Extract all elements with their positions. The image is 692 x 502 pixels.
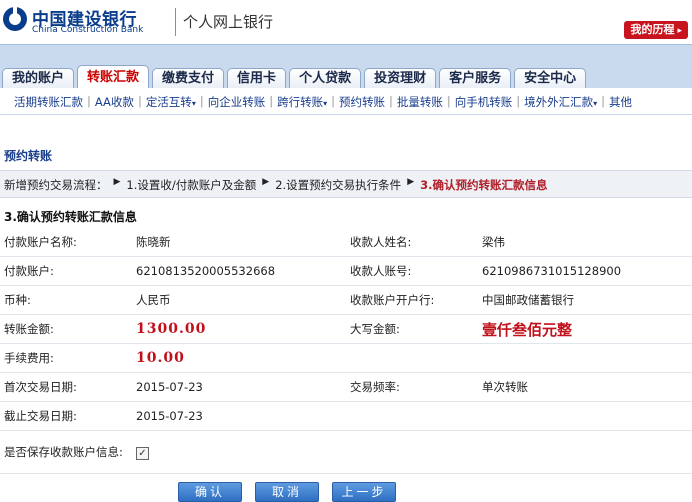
bank-name-en: China Construction Bank <box>32 25 144 35</box>
frequency-value: 单次转账 <box>478 372 692 402</box>
table-row: 币种: 人民币 收款账户开户行: 中国邮政储蓄银行 <box>0 285 692 315</box>
table-row: 是否保存收款账户信息: ✓ <box>0 430 692 474</box>
subnav-label: 定活互转 <box>145 95 192 109</box>
currency-value: 人民币 <box>132 285 346 315</box>
subnav-other[interactable]: 其他 <box>609 94 632 110</box>
steps-prefix: 新增预约交易流程： <box>4 178 108 192</box>
main-nav-tabs: 我的账户 转账汇款 缴费支付 信用卡 个人贷款 投资理财 客户服务 安全中心 <box>2 65 589 89</box>
table-row: 转账金额: 1300.00 大写金额: 壹仟叁佰元整 <box>0 314 692 344</box>
page-header: 中国建设银行 China Construction Bank 个人网上银行 我的… <box>0 0 692 44</box>
tab-investment[interactable]: 投资理财 <box>364 68 437 89</box>
payer-name-label: 付款账户名称: <box>0 228 132 257</box>
confirmation-table: 付款账户名称: 陈晓新 收款人姓名: 梁伟 付款账户: 621081352000… <box>0 228 692 474</box>
arrow-right-icon: ▸ <box>677 26 682 36</box>
end-date-label: 截止交易日期: <box>0 401 132 431</box>
step-indicator: 新增预约交易流程： ▶ 1.设置收/付款账户及金额 ▶ 2.设置预约交易执行条件… <box>0 170 692 198</box>
payer-account-label: 付款账户: <box>0 256 132 286</box>
subnav-label: 境外外汇汇款 <box>524 95 594 109</box>
end-date-value: 2015-07-23 <box>132 401 346 431</box>
tab-my-account[interactable]: 我的账户 <box>2 68 75 89</box>
subnav-separator: | <box>446 94 451 108</box>
subnav-separator: | <box>388 94 393 108</box>
tab-security-center[interactable]: 安全中心 <box>514 68 587 89</box>
back-button[interactable]: 上一步 <box>332 482 396 502</box>
ccb-logo-icon <box>3 6 27 31</box>
history-button-label: 我的历程 <box>630 23 675 36</box>
subnav-separator: | <box>199 94 204 108</box>
amount-label: 转账金额: <box>0 314 132 344</box>
currency-label: 币种: <box>0 285 132 315</box>
table-row: 截止交易日期: 2015-07-23 <box>0 401 692 431</box>
subnav-separator: | <box>269 94 274 108</box>
payee-name-label: 收款人姓名: <box>346 228 478 257</box>
main-nav: 我的账户 转账汇款 缴费支付 信用卡 个人贷款 投资理财 客户服务 安全中心 <box>0 44 692 89</box>
sub-nav: 活期转账汇款 | AA收款 | 定活互转▾ | 向企业转账 | 跨行转账▾ | … <box>0 88 692 115</box>
tab-credit-card[interactable]: 信用卡 <box>227 68 287 89</box>
subnav-separator: | <box>331 94 335 108</box>
confirm-button[interactable]: 确认 <box>178 482 242 502</box>
subnav-scheduled-transfer[interactable]: 预约转账 <box>339 94 385 110</box>
amount-value: 1300.00 <box>136 321 207 337</box>
frequency-label: 交易频率: <box>346 372 478 402</box>
header-divider <box>175 8 176 36</box>
step-2: 2.设置预约交易执行条件 <box>275 178 402 192</box>
step-arrow-icon: ▶ <box>113 177 121 187</box>
subnav-label: 跨行转账 <box>277 95 324 109</box>
subnav-separator: | <box>516 94 521 108</box>
my-history-button[interactable]: 我的历程 ▸ <box>624 21 688 39</box>
subnav-batch-transfer[interactable]: 批量转账 <box>397 94 443 110</box>
table-row: 付款账户名称: 陈晓新 收款人姓名: 梁伟 <box>0 228 692 257</box>
save-payee-label: 是否保存收款账户信息: <box>0 430 132 474</box>
product-name: 个人网上银行 <box>183 13 274 31</box>
subnav-separator: | <box>137 94 142 108</box>
table-row: 首次交易日期: 2015-07-23 交易频率: 单次转账 <box>0 372 692 402</box>
subnav-interbank[interactable]: 跨行转账▾ <box>277 94 327 110</box>
tab-customer-service[interactable]: 客户服务 <box>439 68 512 89</box>
chevron-down-icon: ▾ <box>323 99 328 108</box>
payer-account-value: 6210813520005532668 <box>132 256 346 286</box>
chevron-down-icon: ▾ <box>593 99 598 108</box>
fee-value: 10.00 <box>136 350 185 366</box>
table-row: 付款账户: 6210813520005532668 收款人账号: 6210986… <box>0 256 692 286</box>
page-title: 预约转账 <box>4 149 53 163</box>
subnav-to-enterprise[interactable]: 向企业转账 <box>208 94 266 110</box>
step-1: 1.设置收/付款账户及金额 <box>126 178 257 192</box>
subnav-demand-transfer[interactable]: 活期转账汇款 <box>14 94 83 110</box>
tab-payment[interactable]: 缴费支付 <box>152 68 225 89</box>
subnav-separator: | <box>601 94 605 108</box>
cancel-button[interactable]: 取消 <box>255 482 319 502</box>
payee-name-value: 梁伟 <box>478 228 692 257</box>
fee-label: 手续费用: <box>0 343 132 373</box>
step-3-current: 3.确认预约转账汇款信息 <box>420 178 548 192</box>
section-title: 3.确认预约转账汇款信息 <box>4 210 137 224</box>
save-payee-checkbox[interactable]: ✓ <box>136 446 149 460</box>
amount-cn-label: 大写金额: <box>346 314 478 344</box>
step-arrow-icon: ▶ <box>407 177 415 187</box>
payee-bank-value: 中国邮政储蓄银行 <box>478 285 692 315</box>
tab-transfer[interactable]: 转账汇款 <box>77 65 150 89</box>
subnav-separator: | <box>87 94 91 108</box>
tab-personal-loan[interactable]: 个人贷款 <box>289 68 362 89</box>
subnav-overseas-remittance[interactable]: 境外外汇汇款▾ <box>524 94 597 110</box>
table-row: 手续费用: 10.00 <box>0 343 692 373</box>
payee-bank-label: 收款账户开户行: <box>346 285 478 315</box>
payee-account-value: 6210986731015128900 <box>478 256 692 286</box>
subnav-fixed-demand[interactable]: 定活互转▾ <box>146 94 196 110</box>
payer-name-value: 陈晓新 <box>132 228 346 257</box>
step-arrow-icon: ▶ <box>262 177 270 187</box>
first-date-label: 首次交易日期: <box>0 372 132 402</box>
amount-cn-value: 壹仟叁佰元整 <box>482 320 573 339</box>
subnav-to-mobile[interactable]: 向手机转账 <box>455 94 513 110</box>
subnav-aa-collection[interactable]: AA收款 <box>95 94 134 110</box>
chevron-down-icon: ▾ <box>191 99 196 108</box>
payee-account-label: 收款人账号: <box>346 256 478 286</box>
first-date-value: 2015-07-23 <box>132 372 346 402</box>
